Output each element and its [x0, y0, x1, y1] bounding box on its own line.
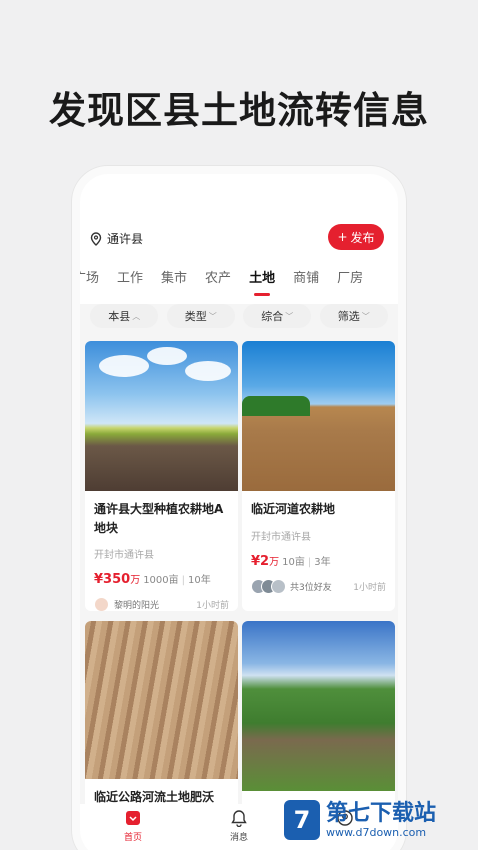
watermark: 7 第七下载站 www.d7down.com: [284, 800, 436, 840]
chevron-down-icon: ﹀: [208, 311, 217, 321]
chevron-down-icon: ﹀: [285, 311, 294, 321]
divider: |: [307, 557, 312, 568]
listing-meta: ¥350万 1000亩 | 10年: [94, 571, 229, 587]
top-bar: 通许县 + 发布 广场 工作 集市 农产 土地 商铺 厂房: [80, 174, 398, 304]
listing-region: 开封市通许县: [251, 532, 311, 543]
plus-icon: +: [337, 230, 348, 244]
listing-title: 临近河道农耕地: [251, 502, 336, 516]
listing-time: 1小时前: [353, 583, 386, 593]
category-tabs: 广场 工作 集市 农产 土地 商铺 厂房: [80, 266, 398, 296]
listing-years: 10年: [188, 575, 211, 586]
chevron-up-icon: ︿: [132, 311, 141, 321]
filter-bar: 本县 ︿ 类型 ﹀ 综合 ﹀ 筛选 ﹀: [80, 304, 398, 332]
nav-home-label: 首页: [123, 833, 142, 843]
listing-photo: [85, 621, 238, 779]
tab-work[interactable]: 工作: [108, 266, 152, 292]
listing-region: 开封市通许县: [94, 550, 154, 561]
home-icon: [126, 811, 140, 825]
tab-produce[interactable]: 农产: [196, 266, 240, 292]
listing-photo: [242, 621, 395, 791]
watermark-url: www.d7down.com: [326, 825, 427, 839]
tree-line: [242, 396, 310, 416]
listing-card[interactable]: 临近河道农耕地 开封市通许县 ¥2万 10亩 | 3年 共3位好友 1小时前: [242, 341, 395, 611]
friend-avatars: [251, 579, 286, 594]
filter-type-label: 类型: [184, 310, 207, 323]
listing-area: 1000亩: [143, 575, 179, 586]
publish-button[interactable]: + 发布: [328, 224, 384, 250]
location-selector[interactable]: 通许县: [90, 230, 143, 247]
listing-years: 3年: [314, 557, 331, 568]
filter-more[interactable]: 筛选 ﹀: [319, 304, 388, 328]
nav-messages-label: 消息: [229, 833, 248, 843]
listing-price: ¥350: [94, 572, 131, 587]
filter-county-label: 本县: [108, 310, 131, 323]
nav-home[interactable]: 首页: [103, 809, 163, 850]
filter-more-label: 筛选: [337, 310, 360, 323]
bell-icon: [231, 810, 247, 827]
listing-price-unit: 万: [269, 557, 280, 568]
listing-title: 通许县大型种植农耕地A地块: [94, 502, 224, 535]
publisher-name: 黎明的阳光: [114, 601, 160, 611]
avatar: [94, 597, 109, 611]
filter-type[interactable]: 类型 ﹀: [166, 304, 235, 328]
friends-count: 共3位好友: [290, 583, 332, 593]
listing-photo: [85, 341, 238, 491]
phone-frame: 通许县 + 发布 广场 工作 集市 农产 土地 商铺 厂房 本县 ︿ 类型 ﹀ 综合…: [72, 166, 406, 850]
tab-factory[interactable]: 厂房: [328, 266, 372, 292]
nav-messages[interactable]: 消息: [209, 809, 269, 850]
watermark-logo: 7: [284, 800, 320, 840]
tab-shop[interactable]: 商铺: [284, 266, 328, 292]
filter-sort-label: 综合: [261, 310, 284, 323]
location-pin-icon: [90, 231, 102, 246]
chevron-down-icon: ﹀: [361, 311, 370, 321]
divider: |: [181, 575, 186, 586]
listing-time: 1小时前: [196, 601, 229, 611]
avatar: [271, 579, 286, 594]
listing-meta: ¥2万 10亩 | 3年: [251, 553, 386, 569]
listing-price-unit: 万: [130, 575, 141, 586]
location-label: 通许县: [107, 232, 144, 246]
app-screen: 通许县 + 发布 广场 工作 集市 农产 土地 商铺 厂房 本县 ︿ 类型 ﹀ 综合…: [80, 174, 398, 850]
listing-area: 10亩: [282, 557, 305, 568]
listing-footer: 共3位好友 1小时前: [251, 579, 386, 594]
tab-market[interactable]: 集市: [152, 266, 196, 292]
listing-price: ¥2: [251, 554, 270, 569]
watermark-name: 第七下载站: [326, 800, 437, 826]
publish-label: 发布: [350, 230, 375, 245]
listing-photo: [242, 341, 395, 491]
filter-county[interactable]: 本县 ︿: [90, 304, 159, 328]
listing-footer: 黎明的阳光 1小时前: [94, 597, 229, 611]
listing-card[interactable]: 通许县大型种植农耕地A地块 开封市通许县 ¥350万 1000亩 | 10年 黎…: [85, 341, 238, 611]
filter-sort[interactable]: 综合 ﹀: [243, 304, 312, 328]
headline: 发现区县土地流转信息: [49, 89, 429, 132]
tab-square[interactable]: 广场: [80, 266, 108, 292]
tab-land[interactable]: 土地: [240, 266, 284, 296]
